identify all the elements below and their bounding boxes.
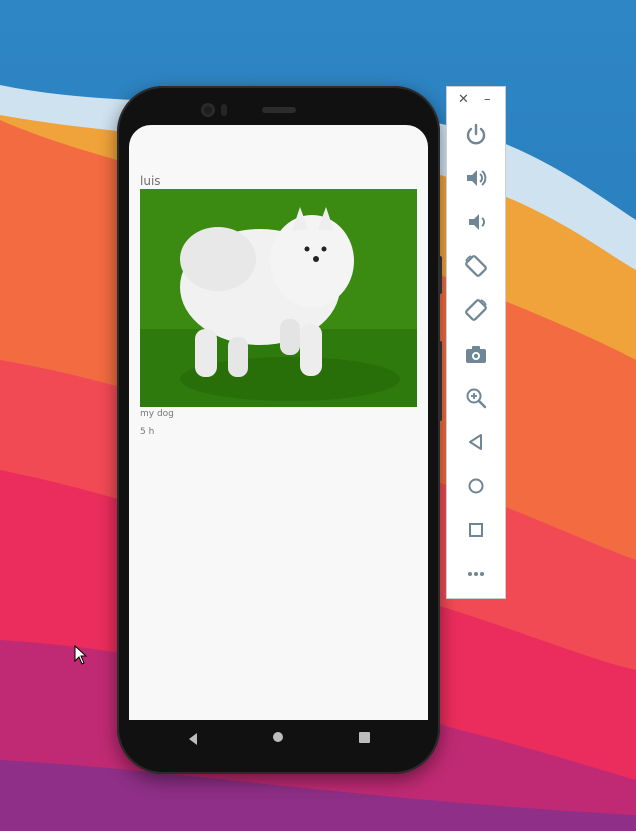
camera-icon [466, 346, 486, 363]
earpiece-speaker [262, 107, 296, 113]
nav-home-icon[interactable] [273, 732, 283, 742]
power-side-button[interactable] [438, 341, 442, 421]
toolbar-close-button[interactable]: ✕ [458, 92, 469, 108]
home-icon [468, 478, 484, 494]
more-icon [468, 572, 484, 576]
emulator-toolbar: ✕ – [446, 86, 506, 599]
home-button[interactable] [463, 473, 489, 499]
overview-button[interactable] [463, 517, 489, 543]
post-username: luis [140, 174, 161, 188]
zoom-icon [466, 388, 487, 409]
more-button[interactable] [463, 561, 489, 587]
post-timestamp: 5 h [140, 427, 155, 437]
phone-emulator-frame: luis my dog 5 h [117, 86, 442, 774]
power-icon [466, 123, 486, 145]
rotate-right-button[interactable] [463, 297, 489, 323]
front-camera [201, 103, 215, 117]
overview-icon [469, 523, 483, 537]
toolbar-minimize-button[interactable]: – [484, 92, 491, 108]
app-screen: luis my dog 5 h [129, 125, 428, 720]
back-button[interactable] [463, 429, 489, 455]
back-icon [469, 434, 482, 450]
screenshot-button[interactable] [463, 341, 489, 367]
volume-up-icon [467, 170, 487, 186]
rotate-left-button[interactable] [463, 253, 489, 279]
mouse-cursor-icon [74, 645, 88, 665]
volume-side-button[interactable] [438, 256, 442, 294]
nav-back-icon[interactable] [186, 730, 200, 748]
android-nav-bar [129, 720, 428, 758]
toolbar-window-controls: ✕ – [447, 87, 505, 113]
rotate-right-icon [465, 299, 487, 321]
nav-recents-icon[interactable] [359, 732, 370, 743]
post-caption: my dog [140, 409, 174, 419]
post-image-dog[interactable] [140, 189, 417, 407]
volume-down-icon [469, 214, 485, 230]
power-button[interactable] [463, 121, 489, 147]
volume-up-button[interactable] [463, 165, 489, 191]
zoom-button[interactable] [463, 385, 489, 411]
rotate-left-icon [465, 255, 487, 277]
proximity-sensor [221, 104, 227, 116]
volume-down-button[interactable] [463, 209, 489, 235]
